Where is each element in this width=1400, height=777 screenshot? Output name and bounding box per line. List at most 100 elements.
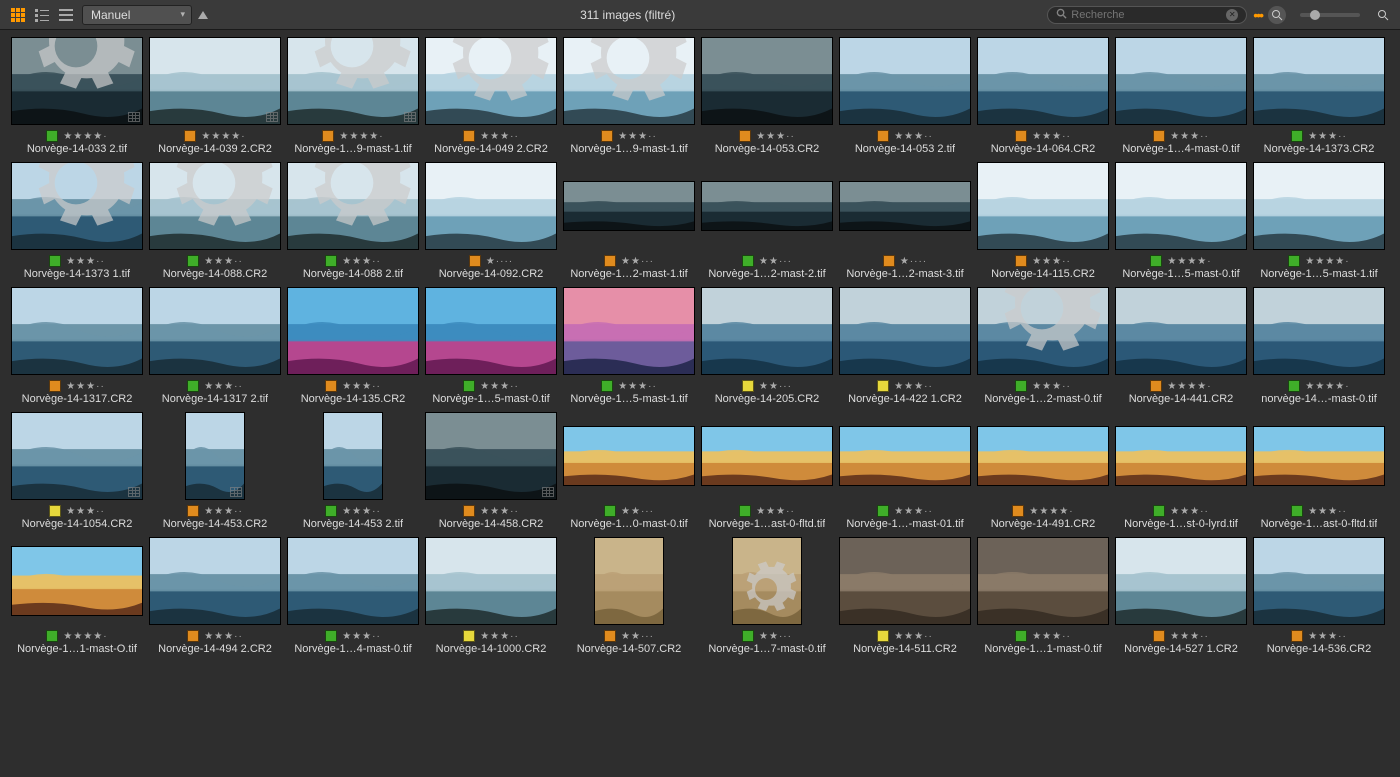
thumbnail-image[interactable]: [976, 286, 1110, 376]
thumbnail-cell[interactable]: ★★★·· Norvège-1…-mast-01.tif: [836, 411, 974, 530]
color-tag[interactable]: [1291, 630, 1303, 642]
color-tag[interactable]: [1150, 380, 1162, 392]
thumbnail-image[interactable]: [424, 36, 558, 126]
color-tag[interactable]: [877, 505, 889, 517]
thumbnail-cell[interactable]: ★★★·· Norvège-1…ast-0-fltd.tif: [698, 411, 836, 530]
star-rating[interactable]: ★····: [900, 256, 927, 267]
thumbnail-image[interactable]: [10, 36, 144, 126]
thumbnail-image[interactable]: [148, 161, 282, 251]
thumbnail-image[interactable]: [1252, 411, 1386, 501]
thumbnail-image[interactable]: [976, 36, 1110, 126]
color-tag[interactable]: [604, 255, 616, 267]
star-rating[interactable]: ★★★··: [1032, 381, 1071, 392]
star-rating[interactable]: ★★★··: [618, 131, 657, 142]
color-tag[interactable]: [49, 255, 61, 267]
color-tag[interactable]: [877, 630, 889, 642]
color-tag[interactable]: [1288, 380, 1300, 392]
star-rating[interactable]: ★★★··: [204, 631, 243, 642]
color-tag[interactable]: [1291, 505, 1303, 517]
fullscreen-icon[interactable]: [1374, 6, 1392, 24]
star-rating[interactable]: ★★★··: [1308, 506, 1347, 517]
thumbnail-cell[interactable]: ★★··· Norvège-14-205.CR2: [698, 286, 836, 405]
thumbnail-cell[interactable]: ★★★·· Norvège-14-088 2.tif: [284, 161, 422, 280]
star-rating[interactable]: ★★★··: [342, 256, 381, 267]
thumbnail-image[interactable]: [148, 536, 282, 626]
color-tag[interactable]: [601, 380, 613, 392]
thumbnail-cell[interactable]: ★★★·· Norvège-14-088.CR2: [146, 161, 284, 280]
thumbnail-image[interactable]: [838, 286, 972, 376]
thumbnail-image[interactable]: [976, 536, 1110, 626]
star-rating[interactable]: ★★★··: [342, 506, 381, 517]
star-rating[interactable]: ★★★★·: [339, 131, 383, 142]
view-list-icon[interactable]: [32, 7, 52, 23]
color-tag[interactable]: [877, 380, 889, 392]
thumbnail-image[interactable]: [1252, 536, 1386, 626]
thumbnail-cell[interactable]: ★★★·· Norvège-1…4-mast-0.tif: [284, 536, 422, 655]
thumbnail-image[interactable]: [562, 536, 696, 626]
color-tag[interactable]: [604, 630, 616, 642]
thumbnail-image[interactable]: [1114, 161, 1248, 251]
thumbnail-cell[interactable]: ★★★★· Norvège-14-491.CR2: [974, 411, 1112, 530]
star-rating[interactable]: ★★···: [759, 631, 792, 642]
thumbnail-image[interactable]: [1114, 411, 1248, 501]
star-rating[interactable]: ★★★··: [480, 381, 519, 392]
color-tag[interactable]: [1288, 255, 1300, 267]
color-tag[interactable]: [463, 380, 475, 392]
thumbnail-image[interactable]: [286, 286, 420, 376]
color-tag[interactable]: [322, 130, 334, 142]
color-tag[interactable]: [325, 255, 337, 267]
star-rating[interactable]: ★★★··: [1032, 631, 1071, 642]
thumbnail-cell[interactable]: ★···· Norvège-1…2-mast-3.tif: [836, 161, 974, 280]
color-tag[interactable]: [1153, 505, 1165, 517]
star-rating[interactable]: ★★···: [621, 256, 654, 267]
color-tag[interactable]: [46, 630, 58, 642]
clear-search-icon[interactable]: ✕: [1226, 9, 1238, 21]
thumbnail-cell[interactable]: ★★★·· Norvège-14-422 1.CR2: [836, 286, 974, 405]
thumbnail-image[interactable]: [562, 286, 696, 376]
star-rating[interactable]: ★★★··: [480, 131, 519, 142]
thumbnail-cell[interactable]: ★★★·· Norvège-1…1-mast-0.tif: [974, 536, 1112, 655]
color-tag[interactable]: [187, 505, 199, 517]
thumbnail-cell[interactable]: ★★★·· Norvège-14-458.CR2: [422, 411, 560, 530]
thumbnail-image[interactable]: [1114, 286, 1248, 376]
star-rating[interactable]: ★★···: [621, 506, 654, 517]
thumbnail-image[interactable]: [976, 411, 1110, 501]
thumbnail-cell[interactable]: ★★★★· Norvège-1…1-mast-O.tif: [8, 536, 146, 655]
sort-dropdown[interactable]: Manuel: [82, 5, 192, 25]
thumbnail-image[interactable]: [10, 286, 144, 376]
thumbnail-cell[interactable]: ★★★★· Norvège-14-039 2.CR2: [146, 36, 284, 155]
thumbnail-cell[interactable]: ★★★★· Norvège-14-441.CR2: [1112, 286, 1250, 405]
star-rating[interactable]: ★★★··: [1308, 631, 1347, 642]
thumbnail-image[interactable]: [424, 411, 558, 501]
star-rating[interactable]: ★★★··: [204, 256, 243, 267]
thumbnail-image[interactable]: [1252, 161, 1386, 251]
star-rating[interactable]: ★★★··: [756, 506, 795, 517]
thumbnail-cell[interactable]: ★★★★· Norvège-1…9-mast-1.tif: [284, 36, 422, 155]
thumbnail-cell[interactable]: ★★★·· Norvège-14-1373 1.tif: [8, 161, 146, 280]
thumbnail-cell[interactable]: ★★★·· Norvège-14-453 2.tif: [284, 411, 422, 530]
thumbnail-image[interactable]: [700, 36, 834, 126]
thumbnail-cell[interactable]: ★★★·· Norvège-14-1317.CR2: [8, 286, 146, 405]
color-tag[interactable]: [1153, 630, 1165, 642]
thumbnail-cell[interactable]: ★★★·· Norvège-1…4-mast-0.tif: [1112, 36, 1250, 155]
thumbnail-image[interactable]: [148, 411, 282, 501]
thumbnail-cell[interactable]: ★★★·· Norvège-14-511.CR2: [836, 536, 974, 655]
color-tag[interactable]: [463, 130, 475, 142]
thumbnail-cell[interactable]: ★★★★· norvège-14…-mast-0.tif: [1250, 286, 1388, 405]
star-rating[interactable]: ★★★··: [1170, 506, 1209, 517]
star-rating[interactable]: ★★★★·: [1167, 381, 1211, 392]
color-tag[interactable]: [1015, 130, 1027, 142]
thumbnail-cell[interactable]: ★★··· Norvège-1…0-mast-0.tif: [560, 411, 698, 530]
star-rating[interactable]: ★★★★·: [1305, 256, 1349, 267]
star-rating[interactable]: ★★★★·: [201, 131, 245, 142]
thumbnail-cell[interactable]: ★★★★· Norvège-1…5-mast-0.tif: [1112, 161, 1250, 280]
thumbnail-cell[interactable]: ★★★·· Norvège-14-064.CR2: [974, 36, 1112, 155]
thumbnail-cell[interactable]: ★★★·· Norvège-14-1373.CR2: [1250, 36, 1388, 155]
thumbnail-cell[interactable]: ★★★·· Norvège-14-053 2.tif: [836, 36, 974, 155]
thumbnail-image[interactable]: [976, 161, 1110, 251]
thumbnail-cell[interactable]: ★★··· Norvège-1…7-mast-0.tif: [698, 536, 836, 655]
thumbnail-image[interactable]: [1252, 36, 1386, 126]
thumbnail-cell[interactable]: ★★★·· Norvège-1…9-mast-1.tif: [560, 36, 698, 155]
star-rating[interactable]: ★★★··: [480, 506, 519, 517]
thumbnail-image[interactable]: [424, 286, 558, 376]
